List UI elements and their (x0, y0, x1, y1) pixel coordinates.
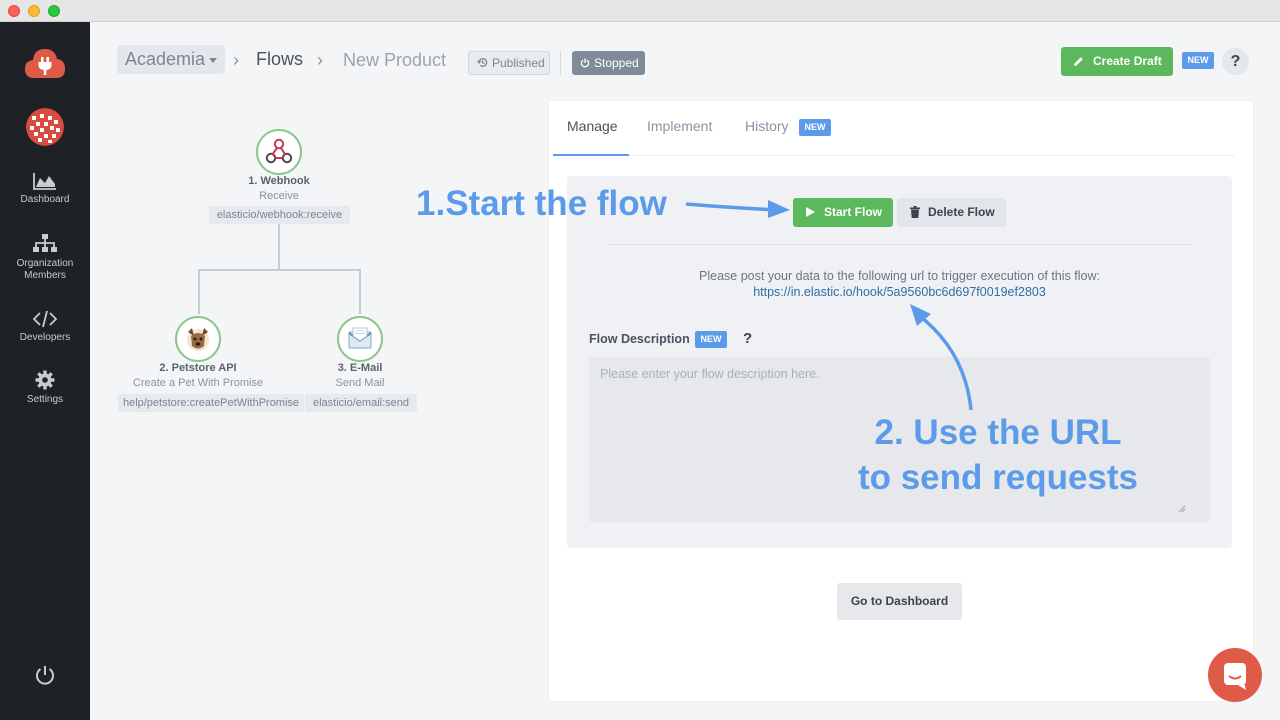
arrow-icon (685, 200, 790, 218)
sidebar-item-label: Settings (26, 394, 64, 405)
new-badge: NEW (799, 119, 831, 136)
divider (609, 244, 1192, 245)
help-icon[interactable]: ? (743, 330, 752, 347)
play-icon (806, 207, 815, 217)
annotation-step2: 2. Use the URL to send requests (848, 410, 1148, 500)
breadcrumb-org-dropdown[interactable]: Academia (117, 45, 226, 74)
annotation-step1: 1.Start the flow (416, 184, 667, 223)
power-icon[interactable] (34, 664, 56, 686)
org-chart-icon (33, 234, 57, 252)
maximize-window-button[interactable] (48, 5, 60, 17)
published-label: Published (492, 56, 545, 70)
envelope-icon (348, 327, 372, 349)
sidebar: Dashboard Organization Members Developer… (0, 22, 90, 720)
node-component-tag: help/petstore:createPetWithPromise (118, 394, 304, 412)
trash-icon (910, 206, 920, 218)
new-badge: NEW (695, 331, 727, 348)
organization-avatar[interactable] (26, 108, 64, 146)
power-icon (580, 58, 590, 68)
node-subtitle: Send Mail (335, 377, 385, 389)
sidebar-item-label: Organization Members (16, 258, 74, 281)
sidebar-item-dashboard[interactable]: Dashboard (0, 172, 90, 206)
start-flow-button[interactable]: Start Flow (793, 198, 893, 227)
pencil-icon (1074, 57, 1083, 66)
node-component-tag: elasticio/email:send (305, 394, 417, 412)
stopped-status-badge[interactable]: Stopped (572, 51, 645, 75)
webhook-instructions: Please post your data to the following u… (699, 269, 1100, 283)
sidebar-item-developers[interactable]: Developers (0, 310, 90, 344)
resize-handle-icon[interactable] (1176, 503, 1186, 513)
sidebar-item-label: Developers (19, 332, 71, 343)
breadcrumb-flow-name: New Product (343, 50, 447, 70)
node-component-tag: elasticio/webhook:receive (209, 206, 350, 224)
go-to-dashboard-button[interactable]: Go to Dashboard (837, 583, 962, 620)
tab-manage[interactable]: Manage (567, 118, 618, 134)
annotation-step2-line1: 2. Use the URL (874, 413, 1122, 452)
chevron-right-icon: › (233, 50, 239, 70)
tab-history[interactable]: History (745, 118, 789, 134)
tab-implement[interactable]: Implement (647, 118, 712, 134)
delete-flow-label: Delete Flow (928, 205, 995, 219)
close-window-button[interactable] (8, 5, 20, 17)
node-title: 3. E-Mail (337, 362, 383, 374)
webhook-url-link[interactable]: https://in.elastic.io/hook/5a9560bc6d697… (567, 285, 1232, 299)
breadcrumb-flows[interactable]: Flows (256, 49, 303, 70)
node-title: 1. Webhook (248, 175, 310, 187)
annotation-step2-line2: to send requests (857, 458, 1139, 497)
new-badge: NEW (1182, 52, 1214, 69)
create-draft-button[interactable]: Create Draft (1061, 47, 1173, 76)
minimize-window-button[interactable] (28, 5, 40, 17)
node-subtitle: Receive (259, 190, 299, 202)
sidebar-item-label: Dashboard (20, 194, 70, 205)
flow-node-email[interactable] (337, 316, 383, 362)
stopped-label: Stopped (594, 56, 639, 70)
sidebar-item-settings[interactable]: Settings (0, 370, 90, 406)
tabs-divider (553, 155, 1235, 156)
org-name: Academia (125, 49, 206, 69)
help-button[interactable]: ? (1222, 48, 1249, 75)
flow-node-petstore[interactable] (175, 316, 221, 362)
arrow-icon (910, 304, 973, 411)
caret-down-icon (209, 57, 218, 63)
active-tab-indicator (553, 154, 629, 156)
window-titlebar (0, 0, 1280, 22)
start-flow-label: Start Flow (824, 205, 883, 219)
divider (560, 51, 561, 75)
history-icon (477, 58, 488, 67)
published-badge[interactable]: Published (468, 51, 550, 75)
chevron-right-icon: › (317, 50, 323, 70)
connector-line (359, 269, 361, 314)
delete-flow-button[interactable]: Delete Flow (897, 198, 1006, 227)
chat-support-button[interactable] (1208, 648, 1262, 702)
gear-icon (35, 370, 55, 390)
flow-description-label: Flow Description (589, 332, 690, 346)
cloud-plug-logo-icon[interactable] (24, 46, 66, 80)
create-draft-label: Create Draft (1093, 54, 1162, 68)
node-subtitle: Create a Pet With Promise (132, 377, 264, 389)
chat-icon (1224, 663, 1246, 690)
flow-node-webhook[interactable] (256, 129, 302, 175)
sidebar-item-organization-members[interactable]: Organization Members (0, 234, 90, 282)
area-chart-icon (33, 173, 56, 190)
webhook-icon (265, 138, 293, 164)
dog-icon (187, 328, 209, 351)
connector-line (198, 269, 360, 271)
node-title: 2. Petstore API (159, 362, 237, 374)
connector-line (198, 269, 200, 314)
code-icon (33, 310, 57, 328)
